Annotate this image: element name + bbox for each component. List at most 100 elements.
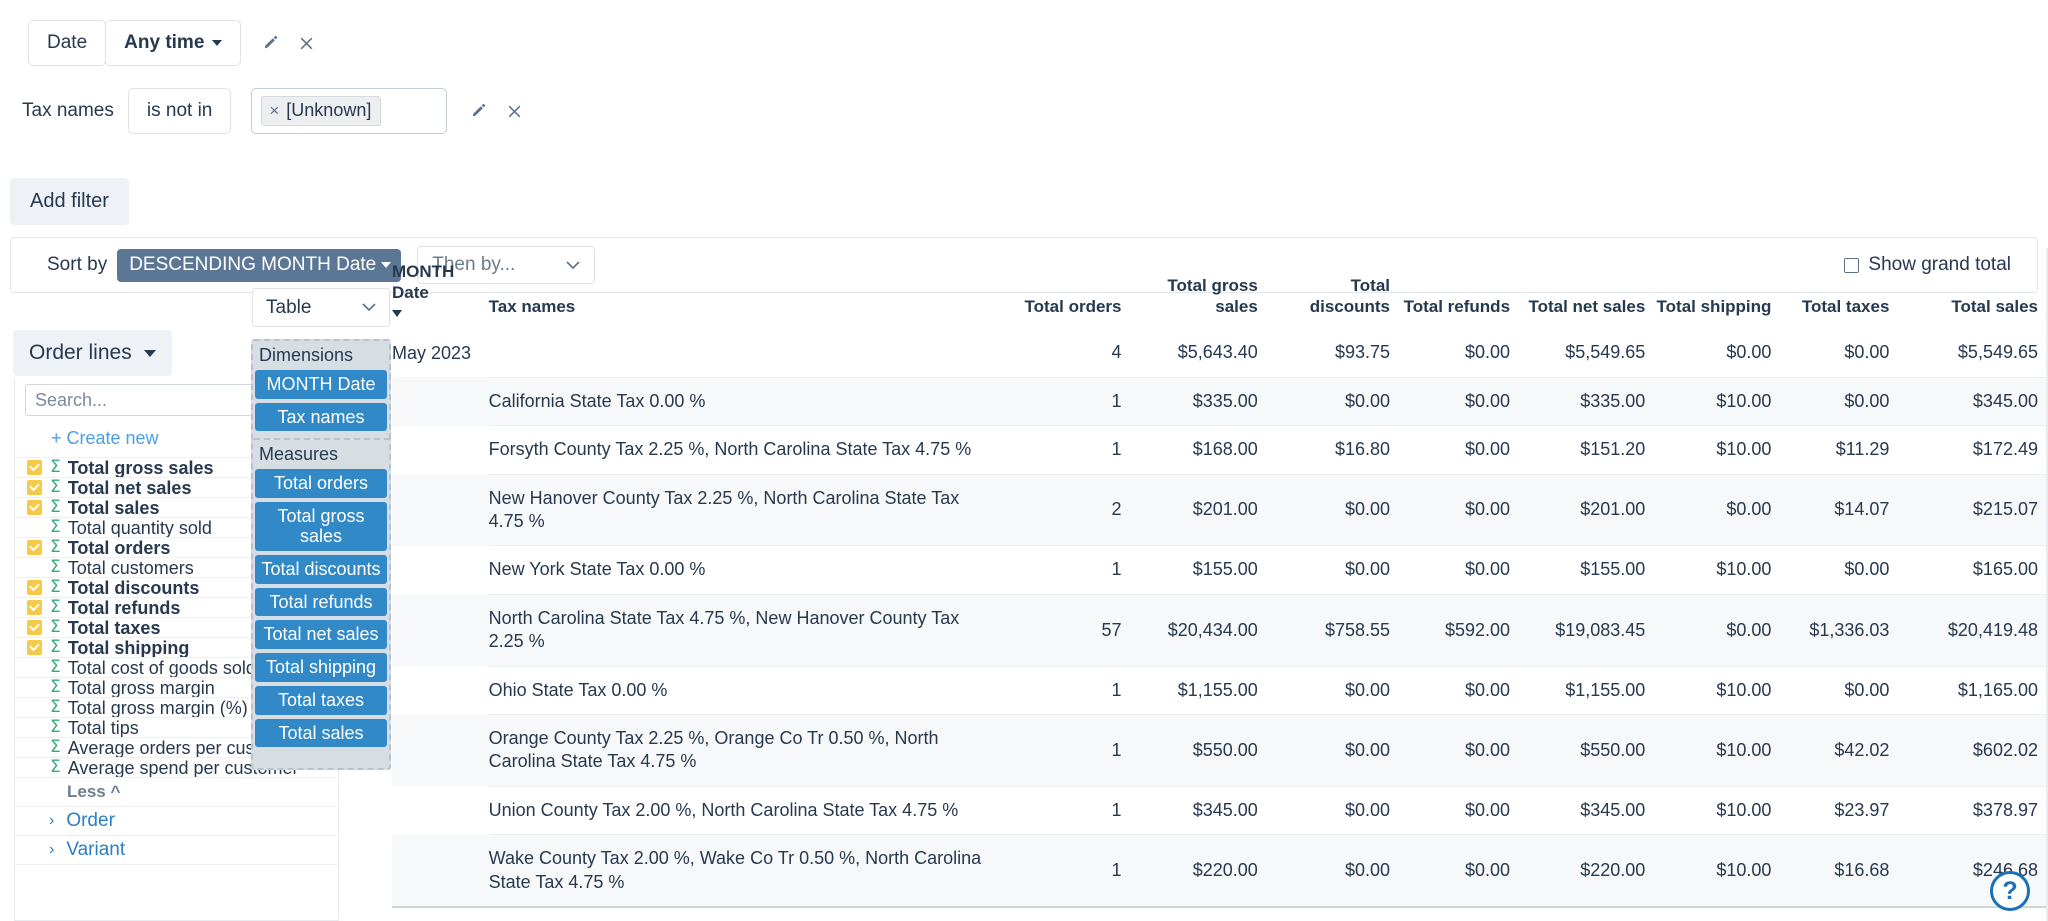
- field-checkbox[interactable]: [27, 460, 42, 475]
- column-header-label: Total orders: [1024, 296, 1122, 316]
- column-header-sales[interactable]: Total sales: [1899, 248, 2048, 329]
- filter-tax-names-operator[interactable]: is not in: [127, 88, 232, 134]
- cell-sales: $20,419.48: [1899, 593, 2048, 667]
- measures-dropzone[interactable]: Measures Total orders Total gross sales To…: [251, 438, 391, 771]
- cell-refunds: $0.00: [1400, 473, 1521, 546]
- field-checkbox[interactable]: [27, 540, 42, 555]
- field-checkbox[interactable]: [27, 680, 42, 695]
- field-checkbox[interactable]: [27, 660, 42, 675]
- measure-sigma-icon: Σ: [50, 597, 61, 617]
- cell-shipping: $10.00: [1655, 713, 1782, 787]
- cell-orders: 1: [1017, 425, 1132, 475]
- field-chip[interactable]: Tax names: [255, 402, 387, 432]
- field-chip[interactable]: MONTH Date: [255, 370, 387, 399]
- visualization-type-select[interactable]: Table: [252, 288, 390, 327]
- table-row[interactable]: Forsyth County Tax 2.25 %, North Carolin…: [392, 425, 2048, 475]
- field-chip[interactable]: Total discounts: [255, 555, 387, 584]
- chevron-right-icon: ›: [49, 812, 55, 829]
- field-checkbox[interactable]: [27, 580, 42, 595]
- filter-tax-names-values[interactable]: × [Unknown]: [251, 88, 448, 134]
- column-header-net[interactable]: Total net sales: [1520, 248, 1655, 329]
- field-checkbox[interactable]: [27, 620, 42, 635]
- column-header-label: Total discounts: [1309, 276, 1391, 316]
- cell-sales: $378.97: [1899, 785, 2048, 835]
- cell-refunds: $0.00: [1400, 376, 1521, 426]
- field-group-row[interactable]: › Order: [15, 807, 338, 836]
- pivot-table-wrap: MONTH Date Tax names Total orders Total gro…: [392, 248, 2048, 921]
- field-checkbox[interactable]: [27, 760, 42, 775]
- cell-shipping: $10.00: [1655, 376, 1782, 426]
- filter-date-value[interactable]: Any time: [105, 20, 242, 66]
- field-group-list: › Order › Variant: [15, 807, 338, 865]
- cell-refunds: $0.00: [1464, 342, 1511, 363]
- column-header-taxes[interactable]: Total taxes: [1781, 248, 1899, 329]
- field-checkbox[interactable]: [27, 520, 42, 535]
- table-row[interactable]: Ohio State Tax 0.00 % 1 $1,155.00 $0.00 $0.0…: [392, 665, 2048, 715]
- sort-primary-pill[interactable]: DESCENDING MONTH Date: [117, 248, 402, 282]
- field-chip[interactable]: Total shipping: [255, 653, 387, 682]
- cell-shipping: $10.00: [1655, 545, 1782, 595]
- field-checkbox[interactable]: [27, 600, 42, 615]
- close-icon[interactable]: [499, 96, 529, 126]
- cell-gross: $20,434.00: [1131, 593, 1268, 667]
- model-selector[interactable]: Order lines: [13, 330, 172, 376]
- table-row[interactable]: Wake County Tax 2.00 %, Wake Co Tr 0.50 …: [392, 834, 2048, 907]
- column-header-tax[interactable]: Tax names: [489, 248, 1018, 329]
- cell-net: $201.00: [1520, 473, 1656, 546]
- field-checkbox[interactable]: [27, 480, 42, 495]
- column-header-orders[interactable]: Total orders: [1018, 248, 1132, 329]
- less-toggle[interactable]: Less ^: [15, 778, 338, 807]
- pencil-icon[interactable]: [463, 96, 493, 126]
- column-header-month[interactable]: MONTH Date: [392, 248, 489, 329]
- table-row[interactable]: Orange County Tax 2.25 %, Orange Co Tr 0…: [392, 713, 2048, 787]
- cell-gross: $550.00: [1131, 713, 1268, 787]
- help-button[interactable]: ?: [1990, 871, 2030, 911]
- cell-month: [392, 666, 489, 714]
- chevron-down-icon: [362, 303, 376, 312]
- measure-sigma-icon: Σ: [50, 697, 61, 717]
- field-checkbox[interactable]: [27, 500, 42, 515]
- cell-refunds: $592.00: [1400, 905, 1521, 921]
- column-header-discounts[interactable]: Total discounts: [1268, 248, 1400, 329]
- cell-orders: 2: [1017, 473, 1132, 546]
- field-chip[interactable]: Total taxes: [255, 685, 387, 715]
- field-chip[interactable]: Total gross sales: [255, 501, 387, 552]
- table-row[interactable]: Union County Tax 2.00 %, North Carolina …: [392, 785, 2048, 835]
- model-selector-label: Order lines: [29, 341, 132, 364]
- field-checkbox[interactable]: [27, 740, 42, 755]
- table-row[interactable]: North Carolina State Tax 4.75 %, New Han…: [392, 593, 2048, 667]
- cell-month: [392, 594, 489, 667]
- field-chip[interactable]: Total sales: [255, 718, 387, 748]
- filter-token[interactable]: × [Unknown]: [261, 96, 382, 126]
- table-row[interactable]: California State Tax 0.00 % 1 $335.00 $0.00…: [392, 376, 2048, 426]
- field-group-label: Variant: [66, 839, 126, 860]
- close-icon[interactable]: [291, 28, 321, 58]
- cell-discounts: $0.00: [1267, 713, 1401, 787]
- chevron-down-icon: [212, 40, 223, 46]
- table-row[interactable]: New Hanover County Tax 2.25 %, North Car…: [392, 473, 2048, 546]
- field-checkbox[interactable]: [27, 640, 42, 655]
- field-chip[interactable]: Total net sales: [255, 620, 387, 650]
- field-checkbox[interactable]: [27, 700, 42, 715]
- measure-chips: Total orders Total gross sales Total disco…: [255, 469, 387, 748]
- cell-gross: $345.00: [1131, 785, 1268, 835]
- field-group-row[interactable]: › Variant: [15, 836, 338, 865]
- cell-tax: Orange County Tax 2.25 %, Orange Co Tr 0…: [488, 713, 1018, 787]
- filter-date-field[interactable]: Date: [28, 20, 107, 66]
- cell-refunds: $0.00: [1400, 785, 1521, 835]
- measures-empty-slot[interactable]: [255, 751, 387, 766]
- cell-tax: New York State Tax 0.00 %: [488, 545, 1018, 595]
- pencil-icon[interactable]: [255, 28, 285, 58]
- field-chip[interactable]: Total refunds: [255, 587, 387, 617]
- column-header-gross[interactable]: Total gross sales: [1131, 248, 1267, 329]
- cell-orders: 4: [1111, 342, 1122, 363]
- field-chip[interactable]: Total orders: [255, 469, 387, 498]
- table-row[interactable]: New York State Tax 0.00 % 1 $155.00 $0.00 $0…: [392, 545, 2048, 595]
- column-header-refunds[interactable]: Total refunds: [1400, 248, 1520, 329]
- token-remove-icon[interactable]: ×: [269, 101, 279, 121]
- add-filter-button[interactable]: Add filter: [10, 178, 129, 225]
- field-checkbox[interactable]: [27, 560, 42, 575]
- column-header-shipping[interactable]: Total shipping: [1655, 248, 1781, 329]
- cell-gross: $1,155.00: [1131, 665, 1268, 715]
- field-checkbox[interactable]: [27, 720, 42, 735]
